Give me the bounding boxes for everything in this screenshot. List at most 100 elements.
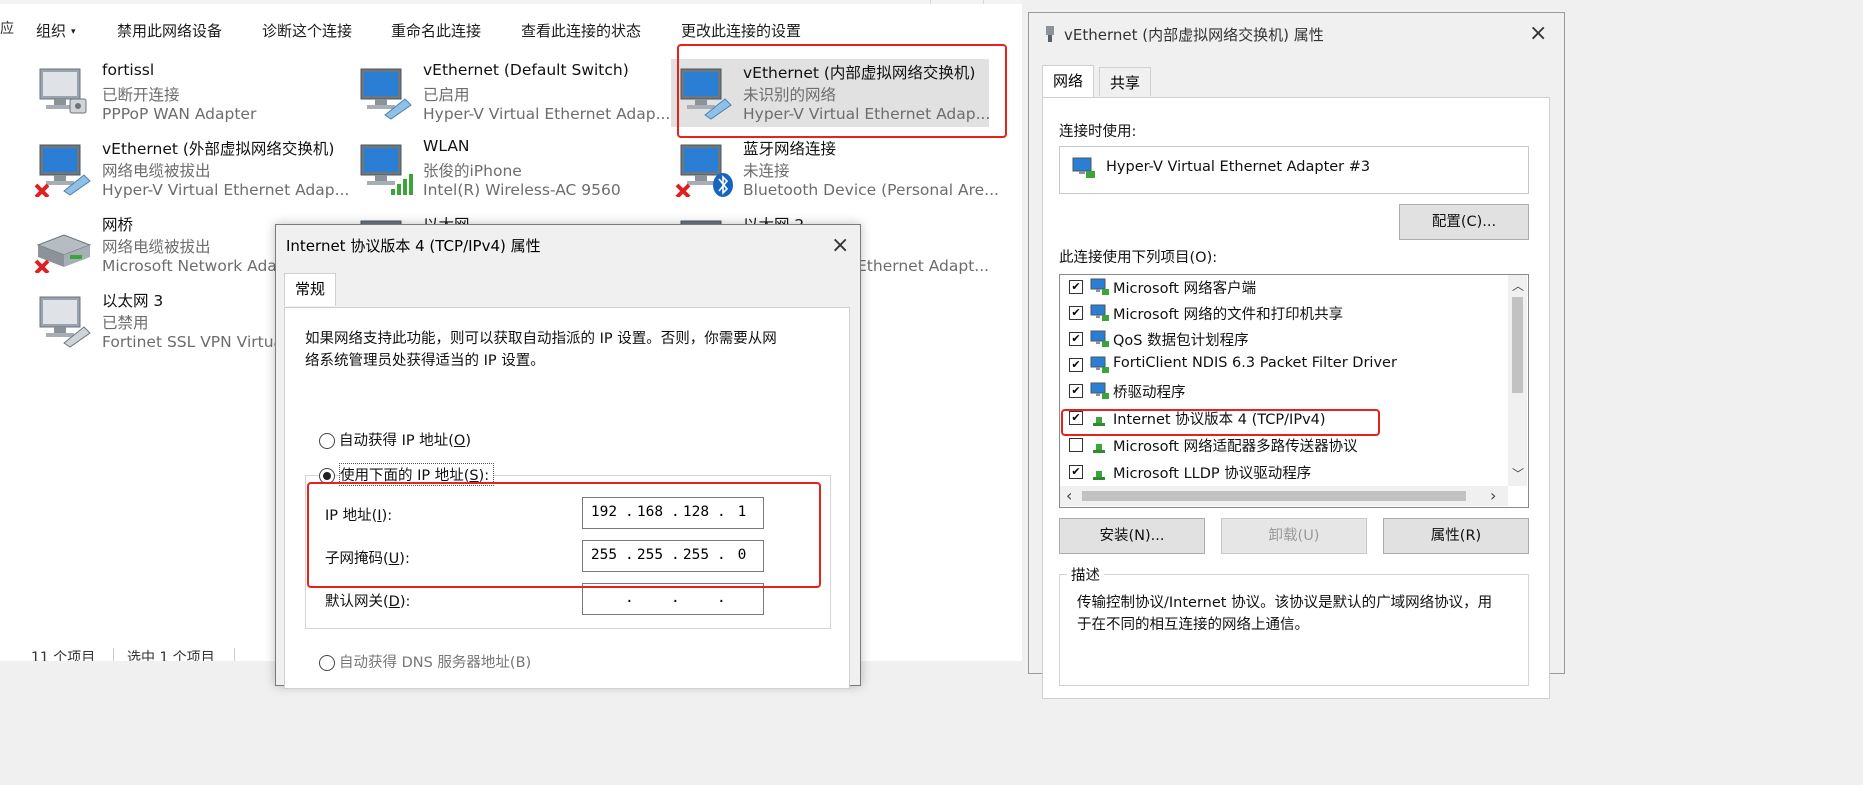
- connection-item[interactable]: 蓝牙网络连接 未连接 Bluetooth Device (Personal Ar…: [671, 135, 999, 203]
- properties-button[interactable]: 属性(R): [1383, 518, 1529, 554]
- connection-status: 张俊的iPhone: [423, 162, 522, 180]
- mask-octet: 255: [636, 547, 664, 563]
- disable-device-button[interactable]: 禁用此网络设备: [117, 20, 222, 41]
- view-status-button[interactable]: 查看此连接的状态: [521, 20, 641, 41]
- chevron-down-icon: ▾: [71, 27, 76, 37]
- network-adapter-icon: [39, 296, 91, 348]
- service-network-icon: [1090, 304, 1109, 321]
- default-gateway-input[interactable]: . . .: [582, 583, 764, 615]
- connection-adapter: Hyper-V Virtual Ethernet Adap...: [102, 181, 350, 199]
- component-label: 桥驱动程序: [1113, 385, 1186, 401]
- service-network-icon: [1090, 330, 1109, 347]
- manual-ip-radio[interactable]: [319, 468, 335, 484]
- close-icon[interactable]: ×: [1529, 23, 1547, 45]
- connection-name: fortissl: [102, 61, 155, 79]
- component-label: Microsoft 网络客户端: [1113, 281, 1257, 297]
- component-label: Microsoft 网络的文件和打印机共享: [1113, 307, 1344, 323]
- connection-item[interactable]: vEthernet (外部虚拟网络交换机) 网络电缆被拔出 Hyper-V Vi…: [30, 135, 350, 203]
- connection-adapter: Ethernet Adapt...: [857, 257, 990, 275]
- scroll-thumb[interactable]: [1082, 491, 1466, 501]
- list-item[interactable]: Microsoft 网络适配器多路传送器协议: [1060, 433, 1500, 459]
- connection-status: 未识别的网络: [743, 86, 837, 104]
- connection-adapter: Hyper-V Virtual Ethernet Adap...: [743, 105, 991, 123]
- scroll-thumb[interactable]: [1512, 297, 1523, 393]
- list-item[interactable]: ✔ Microsoft LLDP 协议驱动程序: [1060, 460, 1500, 486]
- protocol-icon: [1093, 417, 1105, 426]
- connection-name: 以太网 3: [102, 292, 164, 310]
- connection-adapter: Fortinet SSL VPN Virtual: [102, 333, 288, 351]
- tab-sharing[interactable]: 共享: [1099, 67, 1152, 96]
- service-network-icon: [1090, 356, 1109, 373]
- connection-name: WLAN: [423, 137, 470, 155]
- connection-adapter: Bluetooth Device (Personal Are...: [743, 181, 999, 199]
- description-line-2: 于在不同的相互连接的网络上通信。: [1077, 617, 1309, 633]
- network-adapter-icon: [1072, 157, 1095, 178]
- connection-item-selected[interactable]: vEthernet (内部虚拟网络交换机) 未识别的网络 Hyper-V Vir…: [671, 59, 991, 127]
- close-icon[interactable]: ×: [831, 235, 849, 257]
- auto-ip-radio[interactable]: [319, 433, 335, 449]
- vertical-scrollbar[interactable]: ︿ ﹀: [1508, 275, 1527, 486]
- mask-octet: 255: [682, 547, 710, 563]
- connection-status: 已禁用: [102, 314, 149, 332]
- default-gateway-label: 默认网关(D):: [325, 594, 411, 610]
- organize-label: 组织: [36, 22, 67, 40]
- change-settings-button[interactable]: 更改此连接的设置: [681, 20, 801, 41]
- rename-button[interactable]: 重命名此连接: [391, 20, 481, 41]
- install-button[interactable]: 安装(N)...: [1059, 518, 1205, 554]
- component-checkbox[interactable]: ✔: [1069, 306, 1083, 320]
- top-strip: [0, 0, 1022, 4]
- list-item[interactable]: ✔ Microsoft 网络客户端: [1060, 275, 1500, 301]
- tab-network[interactable]: 网络: [1042, 65, 1095, 98]
- protocol-icon: [1093, 471, 1105, 480]
- component-checkbox[interactable]: ✔: [1069, 411, 1083, 425]
- list-item[interactable]: ✔ FortiClient NDIS 6.3 Packet Filter Dri…: [1060, 353, 1500, 379]
- list-item[interactable]: ✔ Internet 协议版本 4 (TCP/IPv4): [1060, 406, 1500, 432]
- network-adapter-icon: [680, 68, 732, 120]
- component-checkbox[interactable]: ✔: [1069, 384, 1083, 398]
- component-list[interactable]: ✔ Microsoft 网络客户端 ✔ Microsoft 网络的文件和打印机共…: [1059, 274, 1529, 508]
- component-checkbox[interactable]: ✔: [1069, 280, 1083, 294]
- ip-octet: 128: [682, 504, 710, 520]
- list-item[interactable]: ✔ QoS 数据包计划程序: [1060, 327, 1500, 353]
- horizontal-scrollbar[interactable]: ‹ ›: [1060, 486, 1508, 506]
- connection-item[interactable]: WLAN 张俊的iPhone Intel(R) Wireless-AC 9560: [351, 135, 669, 203]
- network-adapter-icon: [39, 68, 87, 114]
- connection-name: vEthernet (外部虚拟网络交换机): [102, 140, 335, 158]
- list-item[interactable]: ✔ 桥驱动程序: [1060, 379, 1500, 405]
- connection-item[interactable]: vEthernet (Default Switch) 已启用 Hyper-V V…: [351, 59, 671, 127]
- connection-status: 未连接: [743, 162, 790, 180]
- connection-name: 网桥: [102, 216, 134, 234]
- adapter-name: Hyper-V Virtual Ethernet Adapter #3: [1106, 159, 1371, 175]
- connection-adapter: Hyper-V Virtual Ethernet Adap...: [423, 105, 671, 123]
- diagnose-button[interactable]: 诊断这个连接: [262, 20, 352, 41]
- configure-button[interactable]: 配置(C)...: [1399, 204, 1529, 240]
- connection-adapter: Intel(R) Wireless-AC 9560: [423, 181, 621, 199]
- connection-status: 已断开连接: [102, 86, 180, 104]
- connection-name: 蓝牙网络连接: [743, 140, 837, 158]
- component-label: Internet 协议版本 4 (TCP/IPv4): [1113, 412, 1326, 428]
- ip-address-input[interactable]: 192 . 168 . 128 . 1: [582, 497, 764, 529]
- component-checkbox[interactable]: ✔: [1069, 358, 1083, 372]
- scroll-down-icon[interactable]: ﹀: [1512, 465, 1524, 482]
- component-checkbox[interactable]: ✔: [1069, 465, 1083, 479]
- scroll-right-icon[interactable]: ›: [1490, 486, 1496, 505]
- description-line-2: 络系统管理员处获得适当的 IP 设置。: [305, 353, 545, 369]
- bridge-adapter-icon: [34, 234, 92, 273]
- subnet-mask-input[interactable]: 255 . 255 . 255 . 0: [582, 540, 764, 572]
- component-checkbox[interactable]: ✔: [1069, 332, 1083, 346]
- bluetooth-adapter-icon: [675, 144, 733, 197]
- auto-dns-radio[interactable]: [319, 655, 335, 671]
- scroll-up-icon[interactable]: ︿: [1512, 277, 1524, 294]
- component-checkbox[interactable]: [1069, 438, 1083, 452]
- tab-general[interactable]: 常规: [284, 273, 337, 306]
- connection-item[interactable]: fortissl 已断开连接 PPPoP WAN Adapter: [30, 59, 348, 127]
- client-network-icon: [1090, 278, 1109, 295]
- scroll-left-icon[interactable]: ‹: [1066, 486, 1072, 505]
- list-item[interactable]: ✔ Microsoft 网络的文件和打印机共享: [1060, 301, 1500, 327]
- status-divider: [234, 648, 235, 661]
- gateway-dot: .: [625, 590, 634, 606]
- organize-menu[interactable]: 组织 ▾: [36, 20, 76, 41]
- connection-adapter: Microsoft Network Adap: [102, 257, 287, 275]
- connection-status: 网络电缆被拔出: [102, 238, 211, 256]
- service-network-icon: [1090, 382, 1109, 399]
